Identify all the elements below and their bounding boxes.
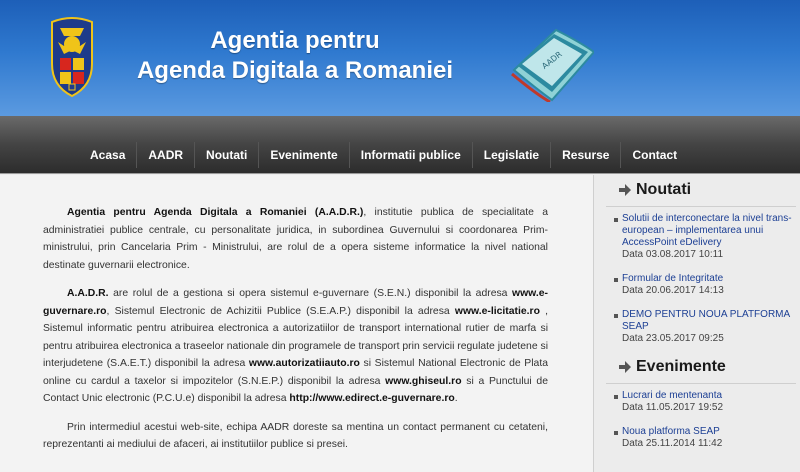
event-item-title[interactable]: Lucrari de mentenanta bbox=[622, 390, 796, 402]
news-item: DEMO PENTRU NOUA PLATFORMA SEAP Data 23.… bbox=[606, 309, 796, 345]
bullet-icon bbox=[614, 218, 618, 222]
nav-item-acasa[interactable]: Acasa bbox=[79, 142, 136, 168]
bullet-icon bbox=[614, 278, 618, 282]
bullet-icon bbox=[614, 431, 618, 435]
sidebar: Noutati Solutii de interconectare la niv… bbox=[606, 175, 796, 472]
link-e-licitatie[interactable]: www.e-licitatie.ro bbox=[455, 306, 540, 317]
news-item-title[interactable]: Formular de Integritate bbox=[622, 273, 796, 285]
nav-item-informatii-publice[interactable]: Informatii publice bbox=[348, 142, 472, 168]
link-autorizatiiauto[interactable]: www.autorizatiiauto.ro bbox=[249, 358, 360, 369]
intro-paragraph-1: Agentia pentru Agenda Digitala a Romanie… bbox=[43, 204, 548, 274]
main-content: Agentia pentru Agenda Digitala a Romanie… bbox=[0, 175, 594, 472]
nav-item-aadr[interactable]: AADR bbox=[136, 142, 194, 168]
nav-item-legislatie[interactable]: Legislatie bbox=[471, 142, 550, 168]
intro-text-2a: are rolul de a gestiona si opera sistemu… bbox=[108, 288, 512, 299]
event-item-date: Data 25.11.2014 11:42 bbox=[622, 438, 723, 449]
event-item-date: Data 11.05.2017 19:52 bbox=[622, 402, 724, 413]
events-heading: Evenimente bbox=[606, 355, 796, 379]
news-item-date: Data 03.08.2017 10:11 bbox=[622, 249, 724, 260]
nav-item-evenimente[interactable]: Evenimente bbox=[258, 142, 348, 168]
divider bbox=[606, 383, 796, 384]
arrow-right-icon bbox=[619, 361, 631, 373]
news-item-date: Data 23.05.2017 09:25 bbox=[622, 333, 724, 344]
coat-of-arms-icon[interactable] bbox=[50, 14, 94, 98]
main-navigation: Acasa AADR Noutati Evenimente Informatii… bbox=[0, 116, 800, 174]
news-item-title[interactable]: DEMO PENTRU NOUA PLATFORMA SEAP bbox=[622, 309, 796, 333]
intro-text-2f: . bbox=[454, 393, 458, 404]
events-section: Evenimente Lucrari de mentenanta Data 11… bbox=[606, 355, 796, 450]
aadr-abbrev: A.A.D.R. bbox=[67, 288, 109, 299]
news-item-date: Data 20.06.2017 14:13 bbox=[622, 285, 724, 296]
nav-menu: Acasa AADR Noutati Evenimente Informatii… bbox=[79, 142, 688, 168]
link-ghiseul[interactable]: www.ghiseul.ro bbox=[385, 376, 461, 387]
news-item: Formular de Integritate Data 20.06.2017 … bbox=[606, 273, 796, 297]
arrow-right-icon bbox=[619, 184, 631, 196]
bullet-icon bbox=[614, 395, 618, 399]
event-item-title[interactable]: Noua platforma SEAP bbox=[622, 426, 796, 438]
nav-item-resurse[interactable]: Resurse bbox=[550, 142, 620, 168]
event-item: Noua platforma SEAP Data 25.11.2014 11:4… bbox=[606, 426, 796, 450]
news-item: Solutii de interconectare la nivel trans… bbox=[606, 213, 796, 261]
nav-item-contact[interactable]: Contact bbox=[620, 142, 688, 168]
aadr-book-logo: AADR bbox=[511, 28, 594, 102]
site-header: Agentia pentru Agenda Digitala a Romanie… bbox=[0, 0, 800, 116]
events-heading-label[interactable]: Evenimente bbox=[636, 358, 726, 376]
nav-item-noutati[interactable]: Noutati bbox=[194, 142, 258, 168]
event-item: Lucrari de mentenanta Data 11.05.2017 19… bbox=[606, 390, 796, 414]
intro-paragraph-3: Prin intermediul acestui web-site, echip… bbox=[43, 421, 548, 451]
bullet-icon bbox=[614, 314, 618, 318]
divider bbox=[606, 206, 796, 207]
agency-name: Agentia pentru Agenda Digitala a Romanie… bbox=[67, 207, 364, 218]
news-section: Noutati Solutii de interconectare la niv… bbox=[606, 178, 796, 345]
site-title-line2: Agenda Digitala a Romaniei bbox=[136, 57, 454, 84]
news-item-title[interactable]: Solutii de interconectare la nivel trans… bbox=[622, 213, 796, 249]
site-title-line1: Agentia pentru bbox=[210, 27, 380, 54]
intro-text-2b: , Sistemul Electronic de Achizitii Publi… bbox=[106, 305, 455, 317]
news-heading: Noutati bbox=[606, 178, 796, 202]
site-title[interactable]: Agentia pentru Agenda Digitala a Romanie… bbox=[130, 26, 460, 86]
intro-text: Agentia pentru Agenda Digitala a Romanie… bbox=[43, 204, 548, 465]
link-edirect[interactable]: http://www.edirect.e-guvernare.ro bbox=[289, 393, 454, 404]
intro-paragraph-2: A.A.D.R. are rolul de a gestiona si oper… bbox=[43, 285, 548, 408]
news-heading-label[interactable]: Noutati bbox=[636, 181, 691, 199]
